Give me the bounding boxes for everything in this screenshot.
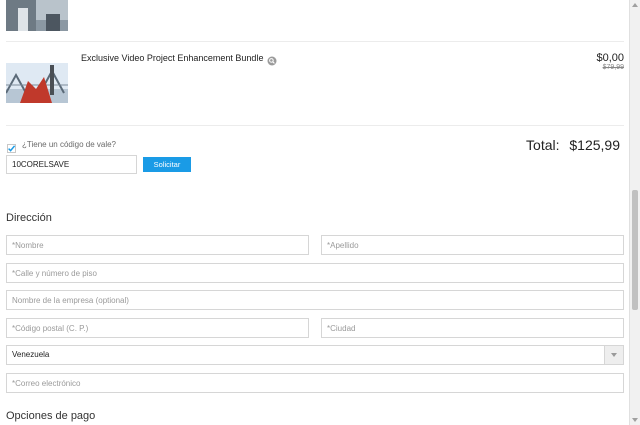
scroll-up-arrow-icon[interactable]	[632, 3, 638, 7]
product-name[interactable]: Exclusive Video Project Enhancement Bund…	[81, 53, 263, 63]
last-name-field[interactable]	[321, 235, 624, 255]
apply-voucher-button[interactable]: Solicitar	[143, 157, 191, 172]
dropdown-arrow-icon[interactable]	[604, 346, 623, 364]
first-name-field[interactable]	[6, 235, 309, 255]
address-section-title: Dirección	[6, 212, 52, 224]
item-price: $0,00	[596, 52, 624, 64]
total-label: Total: $125,99	[526, 137, 620, 153]
payment-section-title: Opciones de pago	[6, 410, 96, 422]
postal-code-field[interactable]	[6, 318, 309, 338]
country-select[interactable]: Venezuela	[6, 345, 624, 365]
scroll-down-arrow-icon[interactable]	[632, 418, 638, 422]
city-field[interactable]	[321, 318, 624, 338]
total-amount: $125,99	[569, 137, 620, 153]
email-field[interactable]	[6, 373, 624, 393]
product-thumbnail-previous	[6, 0, 68, 31]
voucher-code-input[interactable]	[6, 155, 137, 174]
voucher-checkbox[interactable]	[7, 140, 16, 153]
product-thumbnail	[6, 63, 68, 103]
page-scrollbar[interactable]	[629, 0, 640, 425]
scrollbar-thumb[interactable]	[632, 190, 638, 310]
item-original-price: $79,99	[602, 64, 624, 71]
total-text: Total:	[526, 137, 560, 153]
country-value: Venezuela	[12, 350, 50, 359]
company-field[interactable]	[6, 290, 624, 310]
magnifier-info-icon[interactable]	[267, 53, 277, 66]
voucher-checkbox-label[interactable]: ¿Tiene un código de vale?	[22, 140, 116, 149]
street-field[interactable]	[6, 263, 624, 283]
